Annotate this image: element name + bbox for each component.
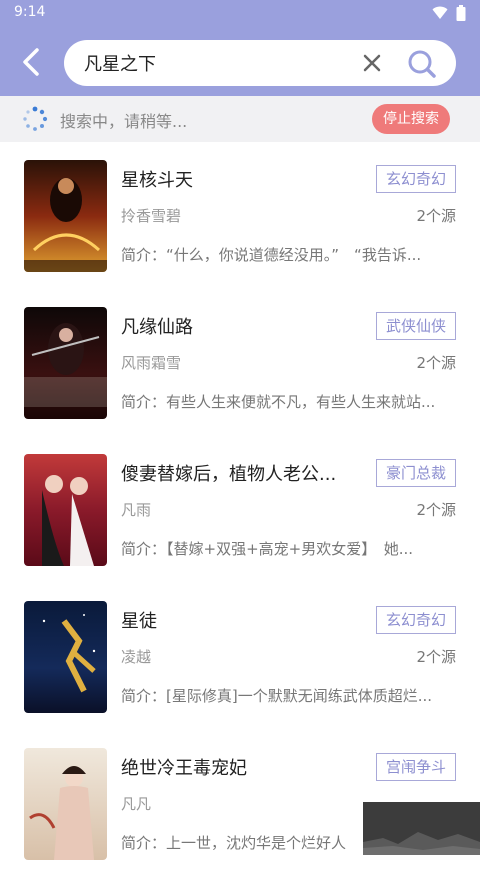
book-author: 拎香雪碧 xyxy=(121,207,182,225)
book-intro: 简介：[星际修真]一个默默无闻练武体质超烂... xyxy=(121,687,433,705)
book-category-tag: 宫闱争斗 xyxy=(376,753,456,781)
book-cover xyxy=(24,601,107,713)
book-intro: 简介：【替嫁+双强+高宠+男欢女爱】 她... xyxy=(121,540,414,558)
book-list-item[interactable]: 凡缘仙路 武侠仙侠 风雨霜雪 2个源 简介：有些人生来便就不凡，有些人生来就站.… xyxy=(0,289,480,436)
wifi-icon xyxy=(432,6,448,19)
loading-spinner-icon xyxy=(23,106,48,131)
search-icon[interactable] xyxy=(406,48,438,80)
book-list-item[interactable]: 星核斗天 玄幻奇幻 拎香雪碧 2个源 简介：“什么，你说道德经没用。” “我告诉… xyxy=(0,142,480,289)
floating-video-thumbnail[interactable] xyxy=(363,802,480,855)
book-source-count: 2个源 xyxy=(416,648,456,666)
book-source-count: 2个源 xyxy=(416,354,456,372)
book-category-tag: 豪门总裁 xyxy=(376,459,456,487)
stop-search-button[interactable]: 停止搜索 xyxy=(372,104,450,134)
book-cover xyxy=(24,307,107,419)
book-category-tag: 玄幻奇幻 xyxy=(376,606,456,634)
search-input[interactable] xyxy=(84,50,354,76)
book-cover xyxy=(24,748,107,860)
battery-icon xyxy=(456,5,466,21)
book-list-item[interactable]: 星徒 玄幻奇幻 凌越 2个源 简介：[星际修真]一个默默无闻练武体质超烂... xyxy=(0,583,480,730)
book-title: 傻妻替嫁后，植物人老公... xyxy=(121,464,337,485)
search-progress-text: 搜索中，请稍等... xyxy=(60,112,188,131)
status-time: 9:14 xyxy=(14,4,46,20)
book-source-count: 2个源 xyxy=(416,501,456,519)
book-cover xyxy=(24,454,107,566)
search-bar xyxy=(64,40,456,86)
status-bar: 9:14 xyxy=(0,0,480,26)
book-title: 星核斗天 xyxy=(121,170,193,191)
book-source-count: 2个源 xyxy=(416,207,456,225)
book-title: 凡缘仙路 xyxy=(121,317,193,338)
back-button[interactable] xyxy=(14,44,50,80)
book-category-tag: 玄幻奇幻 xyxy=(376,165,456,193)
book-author: 凌越 xyxy=(121,648,152,666)
book-intro: 简介：“什么，你说道德经没用。” “我告诉... xyxy=(121,246,422,264)
book-author: 风雨霜雪 xyxy=(121,354,182,372)
book-title: 绝世冷王毒宠妃 xyxy=(121,758,247,779)
book-cover xyxy=(24,160,107,272)
book-author: 凡雨 xyxy=(121,501,152,519)
book-author: 凡凡 xyxy=(121,795,152,813)
book-list-item[interactable]: 傻妻替嫁后，植物人老公... 豪门总裁 凡雨 2个源 简介：【替嫁+双强+高宠+… xyxy=(0,436,480,583)
top-app-bar: 9:14 xyxy=(0,0,480,96)
search-progress-bar: 搜索中，请稍等... 停止搜索 xyxy=(0,96,480,142)
close-icon[interactable] xyxy=(360,51,384,75)
book-intro: 简介：有些人生来便就不凡，有些人生来就站... xyxy=(121,393,436,411)
book-title: 星徒 xyxy=(121,611,157,632)
book-category-tag: 武侠仙侠 xyxy=(376,312,456,340)
